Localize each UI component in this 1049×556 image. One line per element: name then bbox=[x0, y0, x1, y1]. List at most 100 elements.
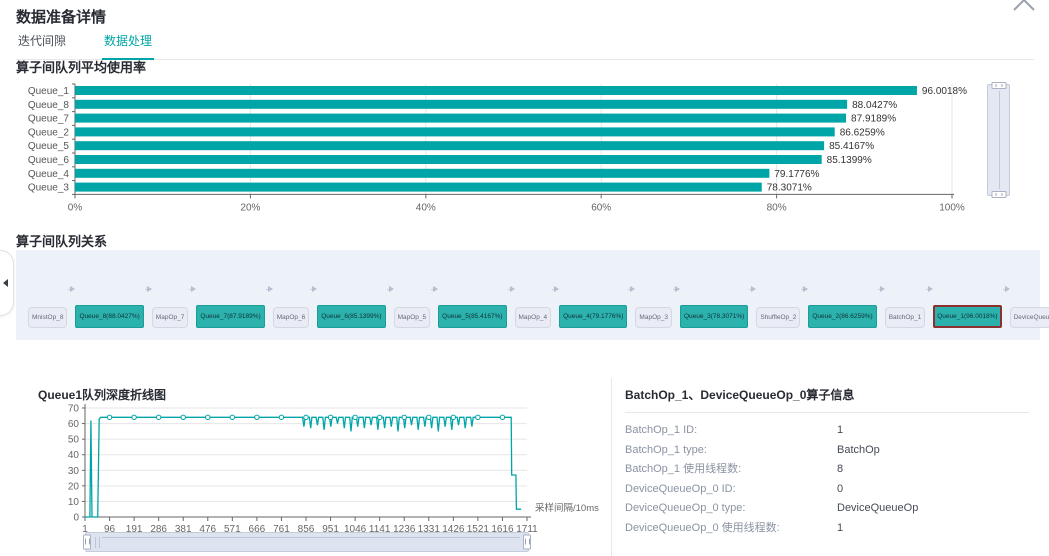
data-point-marker[interactable] bbox=[377, 415, 381, 419]
pipeline-node-MapOp_3[interactable]: MapOp_3 bbox=[635, 307, 672, 328]
x-tick-label: 60% bbox=[591, 202, 611, 213]
data-point-marker[interactable] bbox=[107, 415, 111, 419]
pipeline-node-Queue_5[interactable]: Queue_5(85.4167%) bbox=[438, 305, 506, 328]
data-point-marker[interactable] bbox=[451, 415, 455, 419]
collapse-panel-button[interactable] bbox=[1009, 0, 1039, 16]
pipeline-node-Queue_8[interactable]: Queue_8(88.0427%) bbox=[75, 305, 143, 328]
info-value: 1 bbox=[837, 421, 1029, 441]
operator-info-row: BatchOp_1 type:BatchOp bbox=[625, 441, 1029, 461]
operator-queue-pipeline-diagram: MnistOp_8 Queue_8(88.0427%) MapOp_7 Queue_7… bbox=[16, 250, 1040, 340]
data-point-marker[interactable] bbox=[476, 415, 480, 419]
data-point-marker[interactable] bbox=[279, 415, 283, 419]
info-label: DeviceQueueOp_0 type: bbox=[625, 499, 837, 519]
y-tick-label: 20 bbox=[68, 481, 80, 492]
x-axis-unit-label: 采样间隔/10ms bbox=[535, 502, 599, 514]
pipeline-arrow bbox=[431, 289, 436, 290]
bar-Queue_3[interactable] bbox=[75, 183, 762, 192]
operator-info-row: BatchOp_1 ID:1 bbox=[625, 421, 1029, 441]
bar-value-label: 87.9189% bbox=[851, 114, 896, 125]
pipeline-arrow bbox=[628, 289, 633, 290]
datazoom-profile bbox=[999, 91, 1000, 189]
info-value: 8 bbox=[837, 460, 1029, 480]
data-preparation-details-panel: 数据准备详情 迭代间隙 数据处理 算子间队列平均使用率 0%20%40%60%8… bbox=[0, 0, 1049, 556]
pipeline-node-Queue_7[interactable]: Queue_7(87.9189%) bbox=[196, 305, 264, 328]
pipeline-node-MapOp_5[interactable]: MapOp_5 bbox=[394, 307, 431, 328]
pipeline-arrow bbox=[1003, 289, 1008, 290]
pipeline-node-MapOp_7[interactable]: MapOp_7 bbox=[152, 307, 189, 328]
data-point-marker[interactable] bbox=[230, 415, 234, 419]
tab-data-processing[interactable]: 数据处理 bbox=[102, 30, 154, 60]
operator-info-row: DeviceQueueOp_0 type:DeviceQueueOp bbox=[625, 499, 1029, 519]
data-point-marker[interactable] bbox=[427, 415, 431, 419]
bar-category-label: Queue_8 bbox=[28, 100, 70, 111]
tab-iteration-gap[interactable]: 迭代间隙 bbox=[16, 30, 68, 59]
info-label: DeviceQueueOp_0 使用线程数: bbox=[625, 519, 837, 539]
pipeline-node-Queue_4[interactable]: Queue_4(79.1776%) bbox=[559, 305, 627, 328]
data-point-marker[interactable] bbox=[255, 415, 259, 419]
info-value: DeviceQueueOp bbox=[837, 499, 1029, 519]
pipeline-arrow bbox=[673, 289, 678, 290]
pipeline-node-Queue_2[interactable]: Queue_2(86.6259%) bbox=[808, 305, 876, 328]
pipeline-node-MapOp_4[interactable]: MapOp_4 bbox=[515, 307, 552, 328]
pipeline-node-BatchOp_1[interactable]: BatchOp_1 bbox=[885, 307, 926, 328]
pipeline-node-ShuffleOp_2[interactable]: ShuffleOp_2 bbox=[756, 307, 800, 328]
data-point-marker[interactable] bbox=[156, 415, 160, 419]
bar-Queue_8[interactable] bbox=[75, 100, 847, 109]
x-tick-label: 80% bbox=[767, 202, 787, 213]
datazoom-handle-bottom[interactable] bbox=[991, 191, 1006, 198]
y-tick-label: 30 bbox=[68, 466, 80, 477]
bar-category-label: Queue_3 bbox=[28, 183, 70, 194]
pipeline-node-MapOp_6[interactable]: MapOp_6 bbox=[273, 307, 310, 328]
operator-info-panel: BatchOp_1、DeviceQueueOp_0算子信息 BatchOp_1 … bbox=[611, 378, 1039, 556]
tab-strip: 迭代间隙 数据处理 bbox=[16, 30, 1034, 60]
operator-info-row: DeviceQueueOp_0 ID:0 bbox=[625, 480, 1029, 500]
arrow-left-icon bbox=[3, 279, 8, 287]
bar-category-label: Queue_2 bbox=[28, 127, 70, 138]
data-point-marker[interactable] bbox=[206, 415, 210, 419]
bar-Queue_5[interactable] bbox=[75, 141, 824, 150]
operator-info-row: BatchOp_1 使用线程数:8 bbox=[625, 460, 1029, 480]
data-point-marker[interactable] bbox=[181, 415, 185, 419]
operator-info-title: BatchOp_1、DeviceQueueOp_0算子信息 bbox=[625, 386, 1029, 413]
operator-info-row: DeviceQueueOp_0 使用线程数:1 bbox=[625, 519, 1029, 539]
pipeline-node-MnistOp_8[interactable]: MnistOp_8 bbox=[28, 307, 67, 328]
pipeline-arrow bbox=[749, 289, 754, 290]
pipeline-arrow bbox=[878, 289, 883, 290]
y-tick-label: 60 bbox=[68, 419, 80, 430]
bar-category-label: Queue_6 bbox=[28, 155, 70, 166]
data-point-marker[interactable] bbox=[328, 415, 332, 419]
data-point-marker[interactable] bbox=[353, 415, 357, 419]
pipeline-arrow bbox=[926, 289, 931, 290]
operator-info-rows: BatchOp_1 ID:1BatchOp_1 type:BatchOpBatc… bbox=[625, 421, 1029, 538]
datazoom-profile bbox=[102, 537, 520, 538]
info-label: DeviceQueueOp_0 ID: bbox=[625, 480, 837, 500]
pipeline-node-Queue_1[interactable]: Queue_1(96.0018%) bbox=[933, 305, 1001, 328]
bar-Queue_1[interactable] bbox=[75, 86, 917, 95]
x-tick-label: 0% bbox=[68, 202, 83, 213]
pipeline-arrow bbox=[552, 289, 557, 290]
pipeline-node-Queue_3[interactable]: Queue_3(78.3071%) bbox=[680, 305, 748, 328]
y-tick-label: 50 bbox=[68, 435, 80, 446]
bar-chart-datazoom-slider[interactable] bbox=[987, 84, 1010, 196]
datazoom-handle-top[interactable] bbox=[991, 82, 1006, 89]
side-panel-collapse-handle[interactable] bbox=[0, 250, 14, 316]
data-point-marker[interactable] bbox=[500, 415, 504, 419]
bar-Queue_4[interactable] bbox=[75, 169, 769, 178]
bar-Queue_2[interactable] bbox=[75, 127, 835, 136]
queue-usage-bar-chart[interactable]: 0%20%40%60%80%100%Queue_196.0018%Queue_8… bbox=[16, 82, 1016, 214]
bar-value-label: 86.6259% bbox=[840, 127, 885, 138]
data-point-marker[interactable] bbox=[402, 415, 406, 419]
pipeline-arrow bbox=[189, 289, 194, 290]
line-chart-datazoom-slider[interactable] bbox=[85, 532, 529, 552]
bar-Queue_7[interactable] bbox=[75, 114, 846, 123]
x-tick-label: 40% bbox=[416, 202, 436, 213]
bar-Queue_6[interactable] bbox=[75, 155, 822, 164]
datazoom-handle-right[interactable] bbox=[523, 535, 531, 550]
data-point-marker[interactable] bbox=[304, 415, 308, 419]
pipeline-arrow bbox=[145, 289, 150, 290]
pipeline-node-DeviceQueueOp_0[interactable]: DeviceQueueOp_0 bbox=[1010, 307, 1049, 328]
pipeline-node-Queue_6[interactable]: Queue_6(85.1399%) bbox=[317, 305, 385, 328]
datazoom-handle-left[interactable] bbox=[83, 535, 91, 550]
info-value: 1 bbox=[837, 519, 1029, 539]
data-point-marker[interactable] bbox=[132, 415, 136, 419]
